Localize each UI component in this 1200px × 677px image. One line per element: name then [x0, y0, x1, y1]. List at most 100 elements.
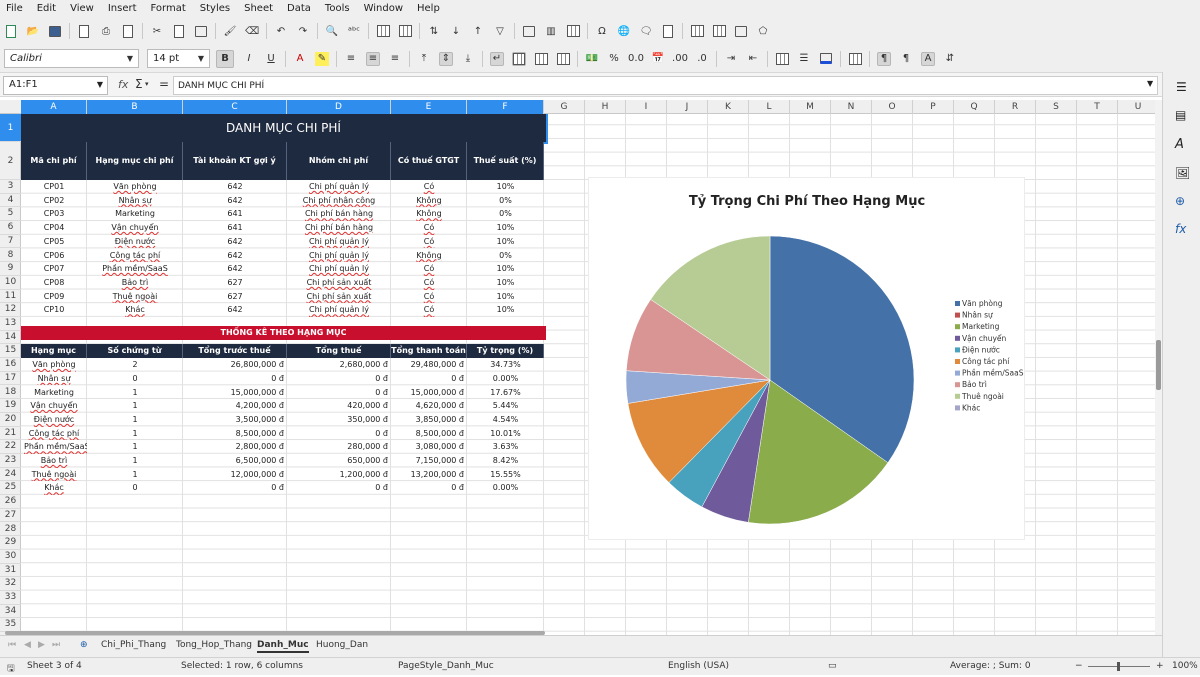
table-header-cell[interactable]: Có thuế GTGT	[391, 142, 467, 180]
table-cell[interactable]: 0%	[467, 249, 544, 263]
column-header-f[interactable]: F	[467, 100, 544, 114]
highlight-color-icon[interactable]: ✎	[315, 51, 329, 66]
gallery-icon[interactable]: 🖼	[1175, 166, 1190, 180]
header-footer-icon[interactable]	[661, 24, 675, 38]
text-direction-icon[interactable]: A	[921, 51, 935, 66]
stats-cell[interactable]: 0 đ	[183, 481, 287, 495]
stats-cell[interactable]: 420,000 đ	[287, 399, 391, 413]
stats-header-cell[interactable]: Tổng thanh toán	[391, 344, 467, 359]
column-header-d[interactable]: D	[287, 100, 391, 114]
print-preview-icon[interactable]	[121, 24, 135, 38]
table-cell[interactable]: Chi phí quản lý	[287, 235, 391, 249]
table-cell[interactable]: CP09	[21, 290, 87, 304]
table-cell[interactable]: Chi phí nhân công	[287, 194, 391, 208]
conditional-format-icon[interactable]	[848, 52, 862, 66]
vertical-text-icon[interactable]: ⇵	[943, 52, 957, 66]
table-cell[interactable]: 10%	[467, 262, 544, 276]
add-decimal-icon[interactable]: .00	[672, 52, 688, 66]
spelling-icon[interactable]: ᵃᵇᶜ	[347, 24, 361, 38]
table-cell[interactable]: 641	[183, 221, 287, 235]
merge-center-icon[interactable]	[512, 51, 526, 66]
language[interactable]: English (USA)	[668, 661, 729, 671]
redo-icon[interactable]: ↷	[296, 24, 310, 38]
row-header-19[interactable]: 19	[0, 399, 21, 413]
row-header-24[interactable]: 24	[0, 468, 21, 482]
sheet-tab-huong_dan[interactable]: Huong_Dan	[316, 640, 368, 650]
menu-item-insert[interactable]: Insert	[108, 3, 137, 14]
row-header-27[interactable]: 27	[0, 509, 21, 523]
copy-icon[interactable]	[172, 24, 186, 38]
undo-icon[interactable]: ↶	[274, 24, 288, 38]
row-header-15[interactable]: 15	[0, 344, 21, 359]
prev-sheet-icon[interactable]: ◀	[24, 640, 31, 650]
italic-icon[interactable]: I	[242, 52, 256, 66]
menu-item-edit[interactable]: Edit	[37, 3, 56, 14]
row-icon[interactable]	[376, 24, 390, 38]
table-cell[interactable]: 642	[183, 180, 287, 194]
percent-format-icon[interactable]: %	[607, 52, 621, 66]
column-header-r[interactable]: R	[995, 100, 1036, 114]
stats-cell[interactable]: 650,000 đ	[287, 454, 391, 468]
pie-chart[interactable]: Tỷ Trọng Chi Phí Theo Hạng Mục Văn phòng…	[588, 177, 1025, 540]
menu-icon[interactable]: ☰	[1176, 80, 1187, 94]
stats-cell[interactable]: 1	[87, 399, 183, 413]
stats-cell[interactable]: 17.67%	[467, 386, 544, 400]
stats-cell[interactable]: 280,000 đ	[287, 440, 391, 454]
table-cell[interactable]: Có	[391, 221, 467, 235]
table-cell[interactable]: 10%	[467, 303, 544, 317]
stats-cell[interactable]: 10.01%	[467, 427, 544, 441]
column-header-h[interactable]: H	[585, 100, 626, 114]
column-header-u[interactable]: U	[1118, 100, 1159, 114]
stats-cell[interactable]: 0	[87, 481, 183, 495]
row-header-16[interactable]: 16	[0, 358, 21, 372]
zoom-out-icon[interactable]: −	[1075, 661, 1083, 671]
export-pdf-icon[interactable]	[77, 24, 91, 38]
row-header-20[interactable]: 20	[0, 413, 21, 427]
stats-title-cell[interactable]: THỐNG KÊ THEO HẠNG MỤC	[21, 326, 546, 340]
find-replace-icon[interactable]: 🔍	[325, 24, 339, 38]
border-color-icon[interactable]	[819, 52, 833, 66]
sheet-tab-tong_hop_thang[interactable]: Tong_Hop_Thang	[176, 640, 252, 650]
table-cell[interactable]: 10%	[467, 290, 544, 304]
table-cell[interactable]: Marketing	[87, 207, 183, 221]
table-cell[interactable]: CP01	[21, 180, 87, 194]
stats-cell[interactable]: 2,800,000 đ	[183, 440, 287, 454]
row-header-23[interactable]: 23	[0, 454, 21, 468]
menu-item-sheet[interactable]: Sheet	[244, 3, 273, 14]
table-cell[interactable]: 641	[183, 207, 287, 221]
table-cell[interactable]: Phần mềm/SaaS	[87, 262, 183, 276]
zoom-in-icon[interactable]: +	[1156, 661, 1164, 671]
column-header-j[interactable]: J	[667, 100, 708, 114]
font-name-combo[interactable]: Calibri ▼	[4, 49, 139, 68]
special-character-icon[interactable]: Ω	[595, 24, 609, 38]
column-icon[interactable]	[398, 24, 412, 38]
delete-decimal-icon[interactable]: .0	[695, 52, 709, 66]
table-cell[interactable]: Có	[391, 290, 467, 304]
menu-item-help[interactable]: Help	[417, 3, 440, 14]
styles-icon[interactable]: A	[1175, 137, 1184, 152]
table-cell[interactable]: CP05	[21, 235, 87, 249]
row-header-11[interactable]: 11	[0, 290, 21, 304]
sort-descending-icon[interactable]: ↑	[471, 24, 485, 38]
table-cell[interactable]: Chi phí bán hàng	[287, 207, 391, 221]
row-header-13[interactable]: 13	[0, 317, 21, 331]
table-cell[interactable]: 642	[183, 194, 287, 208]
open-folder-icon[interactable]: 📂	[26, 24, 40, 38]
stats-cell[interactable]: 4,620,000 đ	[391, 399, 467, 413]
last-sheet-icon[interactable]: ⏭	[52, 640, 60, 650]
autofilter-icon[interactable]: ▽	[493, 24, 507, 38]
table-cell[interactable]: CP10	[21, 303, 87, 317]
table-cell[interactable]: Chi phí bán hàng	[287, 221, 391, 235]
row-header-5[interactable]: 5	[0, 207, 21, 222]
table-cell[interactable]: 10%	[467, 235, 544, 249]
stats-cell[interactable]: Văn phòng	[21, 358, 87, 372]
row-header-8[interactable]: 8	[0, 249, 21, 263]
table-cell[interactable]: CP06	[21, 249, 87, 263]
stats-cell[interactable]: 8,500,000 đ	[391, 427, 467, 441]
hyperlink-icon[interactable]: 🌐	[617, 24, 631, 38]
table-header-cell[interactable]: Mã chi phí	[21, 142, 87, 180]
ltr-icon[interactable]: ¶	[877, 51, 891, 66]
row-header-22[interactable]: 22	[0, 440, 21, 454]
table-cell[interactable]: Không	[391, 194, 467, 208]
row-header-17[interactable]: 17	[0, 372, 21, 386]
